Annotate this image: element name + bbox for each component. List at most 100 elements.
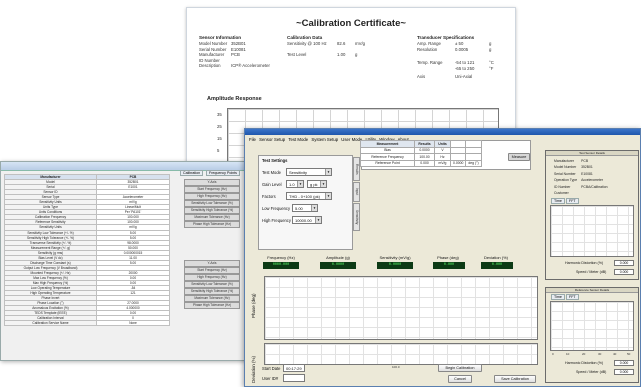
cancel-button[interactable]: Cancel xyxy=(448,375,472,383)
high-frequency-value: 10000.00 xyxy=(295,218,312,223)
spec-resolution-label: Resolution xyxy=(417,46,438,52)
info-value: Accelerometer xyxy=(581,178,603,183)
amp-ytick: 25 xyxy=(217,124,222,129)
save-calibration-button[interactable]: Save Calibration xyxy=(494,375,536,383)
info-label: Manufacturer xyxy=(554,159,574,163)
high-frequency-button[interactable]: High Frequency (Hz) xyxy=(184,193,240,200)
tab-time-bottom[interactable]: Time xyxy=(551,294,565,300)
phase-high-tol-button-2[interactable]: Phase High Tolerance (Hz) xyxy=(184,302,240,309)
info-label: Operation Type xyxy=(554,178,578,183)
readout-deviation-value: 0.000 xyxy=(481,262,513,269)
cert-test-level-label: Test Level xyxy=(287,52,307,58)
speed-value-top: 0.000 xyxy=(614,269,634,275)
readout-frequency-label: Frequency (Hz) xyxy=(267,255,295,260)
user-id-field[interactable] xyxy=(283,374,305,382)
y-axis-button-2[interactable]: Y-Axis xyxy=(184,260,240,267)
cert-test-level-unit: g xyxy=(355,52,358,58)
gain-units-select[interactable]: g pk ▼ xyxy=(307,180,327,188)
tab-results[interactable]: Results xyxy=(353,157,360,181)
hd-label-bottom: Harmonic Distortion (%) xyxy=(565,361,604,365)
factors-select[interactable]: THD - 0+100 (pk) ▼ xyxy=(286,192,332,200)
deviation-axis-label: Deviation (%) xyxy=(251,355,256,383)
info-value xyxy=(580,191,608,195)
gain-level-select[interactable]: 1.0 ▼ xyxy=(286,180,304,188)
max-tol-button-2[interactable]: Maximum Tolerance (Hz) xyxy=(184,295,240,302)
row-ref-point-unit: mV/g xyxy=(434,159,451,167)
x-tick: 0 xyxy=(552,352,554,356)
info-label: Serial Number xyxy=(554,171,576,176)
tab-input[interactable]: Input xyxy=(353,182,360,202)
amp-ytick: 35 xyxy=(217,112,222,117)
readout-amplitude-value: 0.0000 xyxy=(320,262,356,269)
cert-description-value: ICP® Accelerometer xyxy=(231,63,270,69)
panel-title: Reference Sensor Details xyxy=(546,288,638,293)
amplitude-response-heading: Amplitude Response xyxy=(207,96,262,102)
window-titlebar[interactable] xyxy=(245,129,640,135)
high-frequency-input[interactable]: 10000.00 ▼ xyxy=(292,216,322,224)
tab-fft-top[interactable]: FFT xyxy=(566,198,579,204)
sensor-parameters-table: Manufacturer PCB Model 352B01 Serial E1001 Sen… xyxy=(4,173,170,327)
begin-calibration-button[interactable]: Begin Calibration xyxy=(438,364,482,372)
test-mode-select[interactable]: Sensitivity ▼ xyxy=(286,168,332,176)
sens-high-tol-button[interactable]: Sensitivity High Tolerance (%) xyxy=(184,207,240,214)
y-axis-button[interactable]: Y-Axis xyxy=(184,179,240,186)
test-sensor-plot xyxy=(550,205,634,257)
cert-test-level-value: 1.00 xyxy=(337,52,346,58)
cert-manufacturer-value: PCB xyxy=(231,52,240,58)
chevron-down-icon: ▼ xyxy=(320,181,326,187)
phase-high-tol-button[interactable]: Phase High Tolerance (Hz) xyxy=(184,221,240,228)
readout-amplitude-label: Amplitude (g) xyxy=(326,255,350,260)
row-ref-point-deg: deg (°) xyxy=(465,159,482,167)
menu-system-setup[interactable]: System Setup xyxy=(311,137,338,142)
x-tick: 50 xyxy=(627,352,631,356)
amp-ytick: 5 xyxy=(217,148,220,153)
x-axis-tick: 100.0 xyxy=(392,365,400,369)
spec-temp-range-f-value: -65 to 250 xyxy=(455,65,475,71)
factors-value: THD - 0+100 (pk) xyxy=(289,194,321,199)
high-frequency-button-2[interactable]: High Frequency (Hz) xyxy=(184,274,240,281)
row-ref-point-extra: 0.0000 xyxy=(449,159,467,167)
cert-sensitivity-label: Sensitivity @ 100 Hz xyxy=(287,41,327,46)
row-ref-point-label: Reference Point xyxy=(360,159,415,167)
test-settings-heading: Test Settings xyxy=(262,158,288,163)
start-frequency-button[interactable]: Start Frequency (Hz) xyxy=(184,186,240,193)
low-frequency-input[interactable]: 5.00 ▼ xyxy=(292,204,318,212)
chevron-down-icon: ▼ xyxy=(315,217,321,223)
spec-temp-range-label: Temp. Range xyxy=(417,60,443,65)
menu-test-mode[interactable]: Test Mode xyxy=(288,137,308,142)
start-date-field[interactable]: 00:17:29 xyxy=(283,364,305,372)
spec-resolution-value: 0.0005 xyxy=(455,46,469,52)
menu-sensor-setup[interactable]: Sensor Setup xyxy=(259,137,285,142)
menu-file[interactable]: File xyxy=(249,137,256,142)
start-date-value: 00:17:29 xyxy=(286,366,302,371)
test-mode-label: Test Mode xyxy=(262,170,281,175)
tab-fft-bottom[interactable]: FFT xyxy=(566,294,579,300)
spec-temp-range-unit-f: °F xyxy=(489,65,494,71)
panel-title: Test Sensor Details xyxy=(546,151,638,156)
chevron-down-icon: ▼ xyxy=(325,193,331,199)
tab-time-top[interactable]: Time xyxy=(551,198,565,204)
cert-sensitivity-value: 82.6 xyxy=(337,41,346,46)
x-tick: 20 xyxy=(582,352,586,356)
speed-label-top: Speed / Meter (dB) xyxy=(576,270,607,274)
readout-phase-value: 0.000 xyxy=(433,262,465,269)
info-value: PCB xyxy=(581,159,589,163)
gain-level-label: Gain Level xyxy=(262,182,282,187)
x-tick: 40 xyxy=(613,352,617,356)
sens-low-tol-button[interactable]: Sensitivity Low Tolerance (%) xyxy=(184,200,240,207)
tab-frequency-points[interactable]: Frequency Points xyxy=(206,170,240,176)
sens-low-tol-button-2[interactable]: Sensitivity Low Tolerance (%) xyxy=(184,281,240,288)
info-value: 352B01 xyxy=(581,165,593,170)
max-tol-button[interactable]: Maximum Tolerance (Hz) xyxy=(184,214,240,221)
param-value[interactable]: None xyxy=(96,320,170,327)
amp-ytick: 15 xyxy=(217,136,222,141)
sens-high-tol-button-2[interactable]: Sensitivity High Tolerance (%) xyxy=(184,288,240,295)
info-label: Model Number xyxy=(554,165,577,170)
start-frequency-button-2[interactable]: Start Frequency (Hz) xyxy=(184,267,240,274)
measure-button[interactable]: Measure xyxy=(508,153,530,161)
tab-calibration[interactable]: Calibration xyxy=(180,170,204,176)
low-frequency-value: 5.00 xyxy=(295,206,303,211)
tab-sensitivity[interactable]: Sensitivity xyxy=(353,203,360,231)
calibration-data-heading: Calibration Data xyxy=(287,35,323,40)
phase-plot xyxy=(264,276,538,340)
